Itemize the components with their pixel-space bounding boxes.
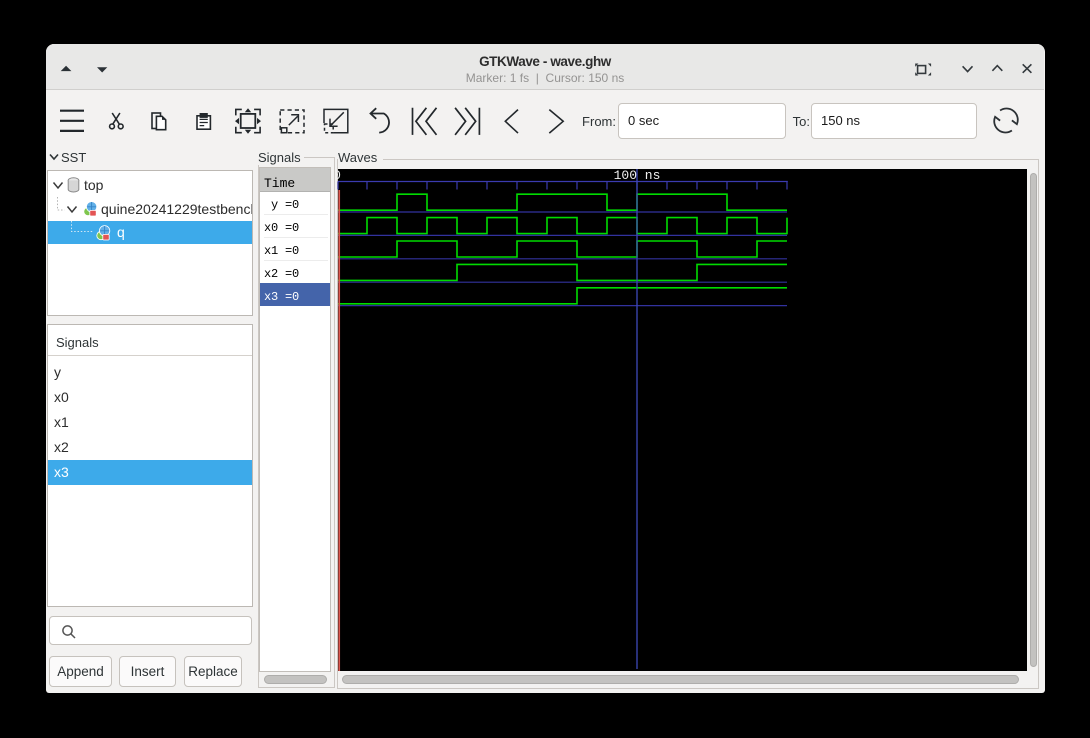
svg-text:0: 0 <box>337 169 341 183</box>
svg-text:100 ns: 100 ns <box>614 169 661 183</box>
